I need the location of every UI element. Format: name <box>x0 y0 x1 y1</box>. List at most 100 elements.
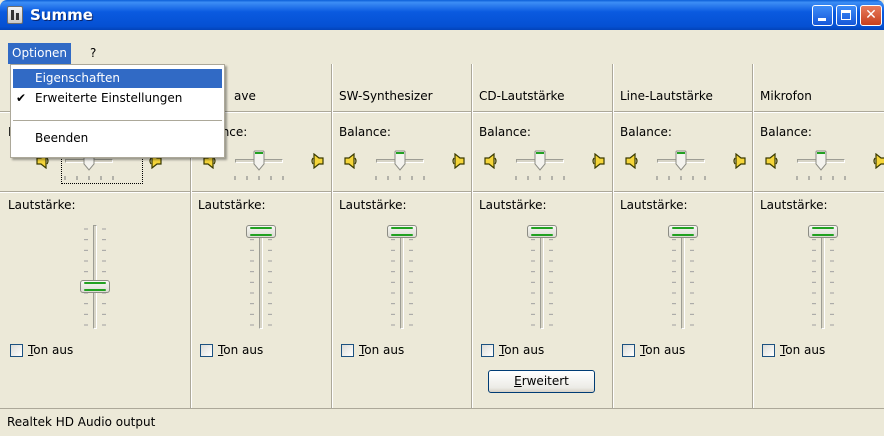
balance-label: Balance: <box>620 125 672 139</box>
speaker-right-icon <box>311 153 324 169</box>
mute-label[interactable]: Ton aus <box>499 343 544 357</box>
mute-label-rest: on aus <box>504 343 545 357</box>
volume-ticks <box>409 228 413 326</box>
mute-checkbox[interactable] <box>481 344 494 357</box>
volume-ticks <box>812 228 816 326</box>
channel-name: ave <box>234 89 256 103</box>
mixer-window: Summe ✕ Optionen ? Balance: Lautstärke: To… <box>0 0 884 436</box>
menu-item-label: Beenden <box>35 131 89 145</box>
title-bar[interactable]: Summe ✕ <box>0 0 884 30</box>
volume-ticks <box>549 228 553 326</box>
volume-thumb[interactable] <box>668 225 698 238</box>
status-bar: Realtek HD Audio output <box>0 408 884 436</box>
minimize-icon <box>818 18 826 21</box>
speaker-right-icon <box>733 153 746 169</box>
balance-thumb[interactable] <box>675 150 687 171</box>
mute-label-rest: on aus <box>364 343 405 357</box>
volume-track[interactable] <box>259 225 263 329</box>
mute-label-rest: on aus <box>33 343 74 357</box>
speaker-right-icon <box>873 153 884 169</box>
volume-thumb[interactable] <box>246 225 276 238</box>
balance-thumb[interactable] <box>253 150 265 171</box>
window-title: Summe <box>30 6 93 24</box>
volume-control-app-icon[interactable] <box>7 6 23 24</box>
volume-thumb[interactable] <box>80 280 110 293</box>
menu-item-beenden[interactable]: Beenden <box>13 129 222 148</box>
mute-label-rest: on aus <box>223 343 264 357</box>
volume-label: Lautstärke: <box>620 198 688 212</box>
mute-label[interactable]: Ton aus <box>218 343 263 357</box>
speaker-right-icon <box>452 153 465 169</box>
channel-separator <box>471 64 473 408</box>
balance-thumb[interactable] <box>815 150 827 171</box>
mute-label-rest: on aus <box>645 343 686 357</box>
mute-label[interactable]: Ton aus <box>359 343 404 357</box>
volume-ticks <box>830 228 834 326</box>
advanced-label-rest: rweitert <box>521 374 569 388</box>
volume-label: Lautstärke: <box>8 198 76 212</box>
volume-label: Lautstärke: <box>198 198 266 212</box>
mute-checkbox[interactable] <box>762 344 775 357</box>
speaker-left-icon <box>765 153 778 169</box>
volume-track[interactable] <box>93 225 97 329</box>
menu-item-eigenschaften[interactable]: Eigenschaften <box>13 69 222 88</box>
channel-name: Line-Lautstärke <box>620 89 713 103</box>
volume-ticks <box>391 228 395 326</box>
channel-name: SW-Synthesizer <box>339 89 433 103</box>
mute-checkbox[interactable] <box>341 344 354 357</box>
balance-ticks <box>515 176 565 180</box>
optionen-dropdown-menu: Eigenschaften ✔ Erweiterte Einstellungen… <box>10 64 225 158</box>
balance-label: Balance: <box>479 125 531 139</box>
volume-label: Lautstärke: <box>339 198 407 212</box>
speaker-left-icon <box>344 153 357 169</box>
volume-label: Lautstärke: <box>760 198 828 212</box>
menu-bar: Optionen ? <box>0 43 884 64</box>
mute-label-rest: on aus <box>785 343 826 357</box>
volume-ticks <box>268 228 272 326</box>
speaker-left-icon <box>484 153 497 169</box>
volume-track[interactable] <box>821 225 825 329</box>
volume-ticks <box>531 228 535 326</box>
mute-checkbox[interactable] <box>10 344 23 357</box>
channel-separator <box>331 64 333 408</box>
channel-separator <box>752 64 754 408</box>
close-icon: ✕ <box>865 7 877 23</box>
maximize-button[interactable] <box>836 5 857 26</box>
speaker-right-icon <box>592 153 605 169</box>
volume-ticks <box>250 228 254 326</box>
menu-separator <box>13 120 222 121</box>
volume-ticks <box>690 228 694 326</box>
menu-item-label: Eigenschaften <box>35 71 121 85</box>
mute-label[interactable]: Ton aus <box>28 343 73 357</box>
mute-checkbox[interactable] <box>622 344 635 357</box>
close-button[interactable]: ✕ <box>860 5 882 26</box>
mute-label[interactable]: Ton aus <box>780 343 825 357</box>
balance-ticks <box>234 176 284 180</box>
balance-ticks <box>375 176 425 180</box>
balance-label: Balance: <box>339 125 391 139</box>
channel-separator <box>612 64 614 408</box>
minimize-button[interactable] <box>812 5 833 26</box>
volume-track[interactable] <box>540 225 544 329</box>
checkmark-icon: ✔ <box>16 91 27 105</box>
maximize-icon <box>841 10 851 20</box>
menu-help[interactable]: ? <box>86 43 100 64</box>
volume-thumb[interactable] <box>527 225 557 238</box>
balance-ticks <box>656 176 706 180</box>
volume-thumb[interactable] <box>808 225 838 238</box>
volume-label: Lautstärke: <box>479 198 547 212</box>
balance-thumb[interactable] <box>394 150 406 171</box>
advanced-button[interactable]: Erweitert <box>488 370 595 393</box>
mute-label[interactable]: Ton aus <box>640 343 685 357</box>
balance-label: Balance: <box>760 125 812 139</box>
volume-ticks <box>672 228 676 326</box>
menu-optionen[interactable]: Optionen <box>8 43 72 64</box>
volume-track[interactable] <box>400 225 404 329</box>
balance-thumb[interactable] <box>534 150 546 171</box>
mute-checkbox[interactable] <box>200 344 213 357</box>
volume-track[interactable] <box>681 225 685 329</box>
menu-item-erweiterte-einstellungen[interactable]: ✔ Erweiterte Einstellungen <box>13 89 222 108</box>
volume-thumb[interactable] <box>387 225 417 238</box>
balance-ticks <box>796 176 846 180</box>
channel-name: CD-Lautstärke <box>479 89 565 103</box>
